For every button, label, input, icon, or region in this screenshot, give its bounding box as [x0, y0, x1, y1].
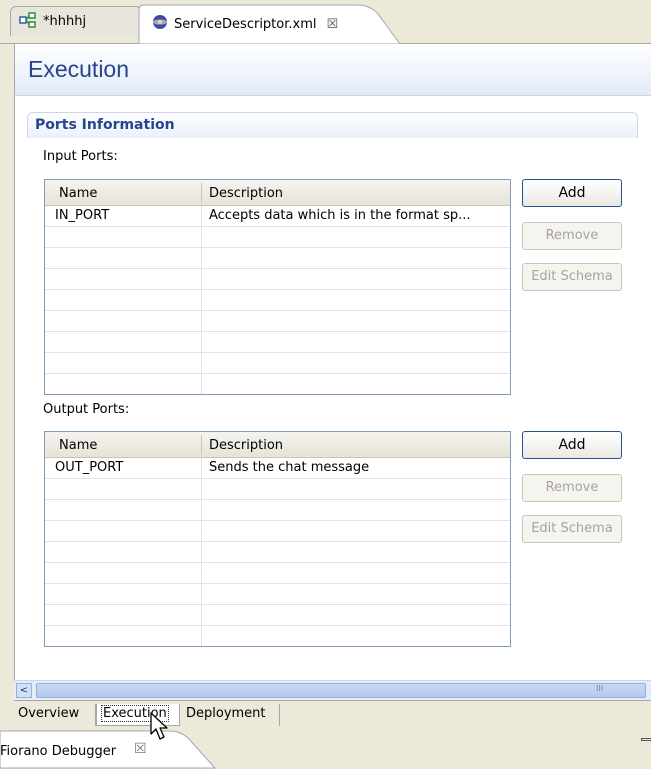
close-icon[interactable]: ☒ — [134, 741, 147, 757]
table-header: Name Description — [45, 180, 510, 206]
row-divider — [45, 226, 510, 227]
mouse-pointer-icon — [150, 712, 172, 746]
row-divider — [45, 268, 510, 269]
tab-label: Overview — [18, 706, 80, 721]
row-divider — [45, 604, 510, 605]
tab-label: *hhhhj — [43, 14, 87, 29]
scrollbar-grip: III — [596, 684, 604, 693]
row-divider — [45, 499, 510, 500]
page-title: Execution — [28, 56, 130, 82]
row-divider — [45, 289, 510, 290]
edit-output-schema-button[interactable]: Edit Schema — [522, 515, 622, 543]
tab-label: Deployment — [186, 706, 266, 721]
column-separator — [201, 183, 202, 203]
tab-overview[interactable]: Overview — [14, 704, 96, 726]
row-divider — [45, 562, 510, 563]
row-divider — [45, 331, 510, 332]
row-divider — [45, 247, 510, 248]
port-name-cell: IN_PORT — [55, 208, 110, 223]
tab-deployment[interactable]: Deployment — [182, 704, 280, 726]
add-input-port-button[interactable]: Add — [522, 179, 622, 207]
row-divider — [45, 541, 510, 542]
section-title: Ports Information — [35, 117, 175, 133]
column-header-description[interactable]: Description — [209, 438, 283, 453]
remove-output-port-button[interactable]: Remove — [522, 474, 622, 502]
column-header-name[interactable]: Name — [59, 438, 97, 453]
row-divider — [45, 373, 510, 374]
input-ports-table[interactable]: Name Description IN_PORT Accepts data wh… — [44, 179, 511, 395]
section-header[interactable]: Ports Information — [27, 112, 638, 138]
table-header: Name Description — [45, 432, 510, 458]
edit-input-schema-button[interactable]: Edit Schema — [522, 263, 622, 291]
row-divider — [45, 583, 510, 584]
horizontal-scrollbar[interactable]: < III — [14, 680, 651, 700]
column-divider — [201, 206, 202, 394]
tab-service-descriptor[interactable]: ServiceDescriptor.xml ☒ — [138, 4, 400, 44]
port-name-cell: OUT_PORT — [55, 460, 124, 475]
close-icon[interactable]: ☒ — [327, 17, 339, 32]
row-divider — [45, 310, 510, 311]
form-header: Execution — [15, 44, 651, 96]
row-divider — [45, 352, 510, 353]
add-output-port-button[interactable]: Add — [522, 431, 622, 459]
column-header-name[interactable]: Name — [59, 186, 97, 201]
component-icon — [19, 11, 37, 32]
row-divider — [45, 520, 510, 521]
tab-label: ServiceDescriptor.xml — [174, 16, 317, 32]
input-ports-label: Input Ports: — [43, 149, 118, 164]
minimize-icon[interactable] — [641, 738, 651, 741]
column-divider — [201, 458, 202, 646]
editor-area: Execution Ports Information Input Ports:… — [14, 44, 651, 680]
port-description-cell: Sends the chat message — [209, 460, 370, 475]
scroll-left-arrow-icon[interactable]: < — [16, 683, 32, 698]
column-header-description[interactable]: Description — [209, 186, 283, 201]
editor-tab-bar: *hhhhj ServiceDescriptor.xml ☒ — [0, 0, 651, 44]
view-tab-label: Fiorano Debugger — [0, 744, 117, 759]
output-ports-table[interactable]: Name Description OUT_PORT Sends the chat… — [44, 431, 511, 647]
xml-editor-icon — [152, 14, 168, 34]
port-description-cell: Accepts data which is in the format sp..… — [209, 208, 471, 223]
row-divider — [45, 478, 510, 479]
column-separator — [201, 435, 202, 455]
row-divider — [45, 625, 510, 626]
output-ports-label: Output Ports: — [43, 402, 130, 417]
tab-hhhhj[interactable]: *hhhhj — [10, 6, 142, 36]
form-page-tabs: Overview Execution Deployment — [14, 700, 651, 726]
view-tab-bar: Fiorano Debugger ☒ — [0, 730, 651, 769]
remove-input-port-button[interactable]: Remove — [522, 222, 622, 250]
scrollbar-thumb[interactable] — [36, 683, 646, 698]
ports-information-section: Ports Information Input Ports: Name Desc… — [27, 112, 638, 682]
